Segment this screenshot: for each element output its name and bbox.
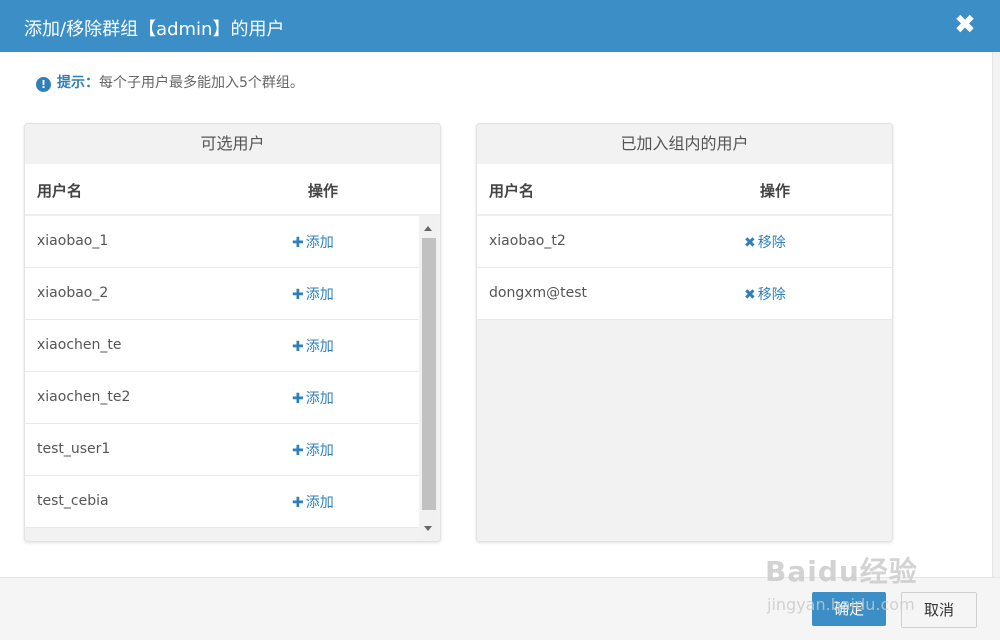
username: xiaobao_2	[37, 285, 109, 301]
add-label: 添加	[305, 443, 334, 459]
username: xiaochen_te	[37, 337, 122, 353]
exclamation-circle-icon: !	[36, 77, 51, 92]
username: dongxm@test	[489, 285, 588, 301]
table-row: xiaobao_2 ✚ 添加	[25, 268, 419, 320]
add-label: 添加	[305, 339, 334, 355]
hint-label: 提示：	[57, 75, 99, 91]
close-icon[interactable]: ✖	[950, 10, 980, 40]
add-user-button[interactable]: ✚ 添加	[292, 440, 334, 460]
table-row: dongxm@test ✖ 移除	[477, 268, 892, 320]
remove-user-button[interactable]: ✖ 移除	[744, 232, 786, 252]
add-label: 添加	[305, 287, 334, 303]
available-users-list: xiaobao_1 ✚ 添加 xiaobao_2 ✚ 添加 xiaochen_te …	[25, 216, 419, 528]
background-edge	[992, 52, 1000, 592]
add-user-button[interactable]: ✚ 添加	[292, 492, 334, 512]
x-icon: ✖	[744, 287, 756, 303]
plus-icon: ✚	[292, 235, 304, 251]
x-icon: ✖	[744, 235, 756, 251]
plus-icon: ✚	[292, 339, 304, 355]
column-header-username: 用户名	[489, 182, 535, 200]
username: test_cebia	[37, 493, 109, 509]
plus-icon: ✚	[292, 495, 304, 511]
panel-title: 已加入组内的用户	[620, 134, 749, 153]
scroll-up-arrow-icon[interactable]	[424, 226, 432, 231]
remove-label: 移除	[757, 235, 786, 251]
table-row: test_cebia ✚ 添加	[25, 476, 419, 528]
username: xiaochen_te2	[37, 389, 131, 405]
column-header-username: 用户名	[37, 182, 83, 200]
add-user-button[interactable]: ✚ 添加	[292, 232, 334, 252]
add-user-button[interactable]: ✚ 添加	[292, 388, 334, 408]
dialog-title: 添加/移除群组【admin】的用户	[24, 19, 285, 40]
add-label: 添加	[305, 235, 334, 251]
hint-text: 每个子用户最多能加入5个群组。	[99, 75, 304, 91]
add-label: 添加	[305, 495, 334, 511]
table-row: xiaobao_t2 ✖ 移除	[477, 216, 892, 268]
plus-icon: ✚	[292, 391, 304, 407]
scroll-down-arrow-icon[interactable]	[424, 526, 432, 531]
username: test_user1	[37, 441, 111, 457]
plus-icon: ✚	[292, 287, 304, 303]
table-header: 用户名 操作	[477, 164, 892, 216]
add-user-button[interactable]: ✚ 添加	[292, 284, 334, 304]
table-row: xiaochen_te ✚ 添加	[25, 320, 419, 372]
dialog-footer: 确定 取消	[0, 577, 1000, 640]
username: xiaobao_t2	[489, 233, 566, 249]
username: xiaobao_1	[37, 233, 109, 249]
column-header-action: 操作	[760, 182, 791, 200]
confirm-button[interactable]: 确定	[812, 592, 886, 626]
table-row: test_user1 ✚ 添加	[25, 424, 419, 476]
panel-title: 可选用户	[200, 134, 265, 153]
table-row: xiaochen_te2 ✚ 添加	[25, 372, 419, 424]
list-scrollbar[interactable]	[420, 216, 438, 540]
group-members-panel: 已加入组内的用户 用户名 操作 xiaobao_t2 ✖ 移除 dongxm@te…	[476, 123, 893, 542]
cancel-button[interactable]: 取消	[901, 592, 977, 628]
add-label: 添加	[305, 391, 334, 407]
table-row: xiaobao_1 ✚ 添加	[25, 216, 419, 268]
scrollbar-thumb[interactable]	[422, 238, 436, 510]
group-members-list: xiaobao_t2 ✖ 移除 dongxm@test ✖ 移除	[477, 216, 892, 320]
table-header: 用户名 操作	[25, 164, 440, 216]
available-users-panel: 可选用户 用户名 操作 xiaobao_1 ✚ 添加 xiaobao_2 ✚ 添加 …	[24, 123, 441, 542]
hint-bar: ! 提示：每个子用户最多能加入5个群组。	[36, 72, 304, 92]
column-header-action: 操作	[308, 182, 339, 200]
remove-user-button[interactable]: ✖ 移除	[744, 284, 786, 304]
remove-label: 移除	[757, 287, 786, 303]
plus-icon: ✚	[292, 443, 304, 459]
dialog-titlebar: 添加/移除群组【admin】的用户 ✖	[0, 0, 1000, 52]
add-user-button[interactable]: ✚ 添加	[292, 336, 334, 356]
